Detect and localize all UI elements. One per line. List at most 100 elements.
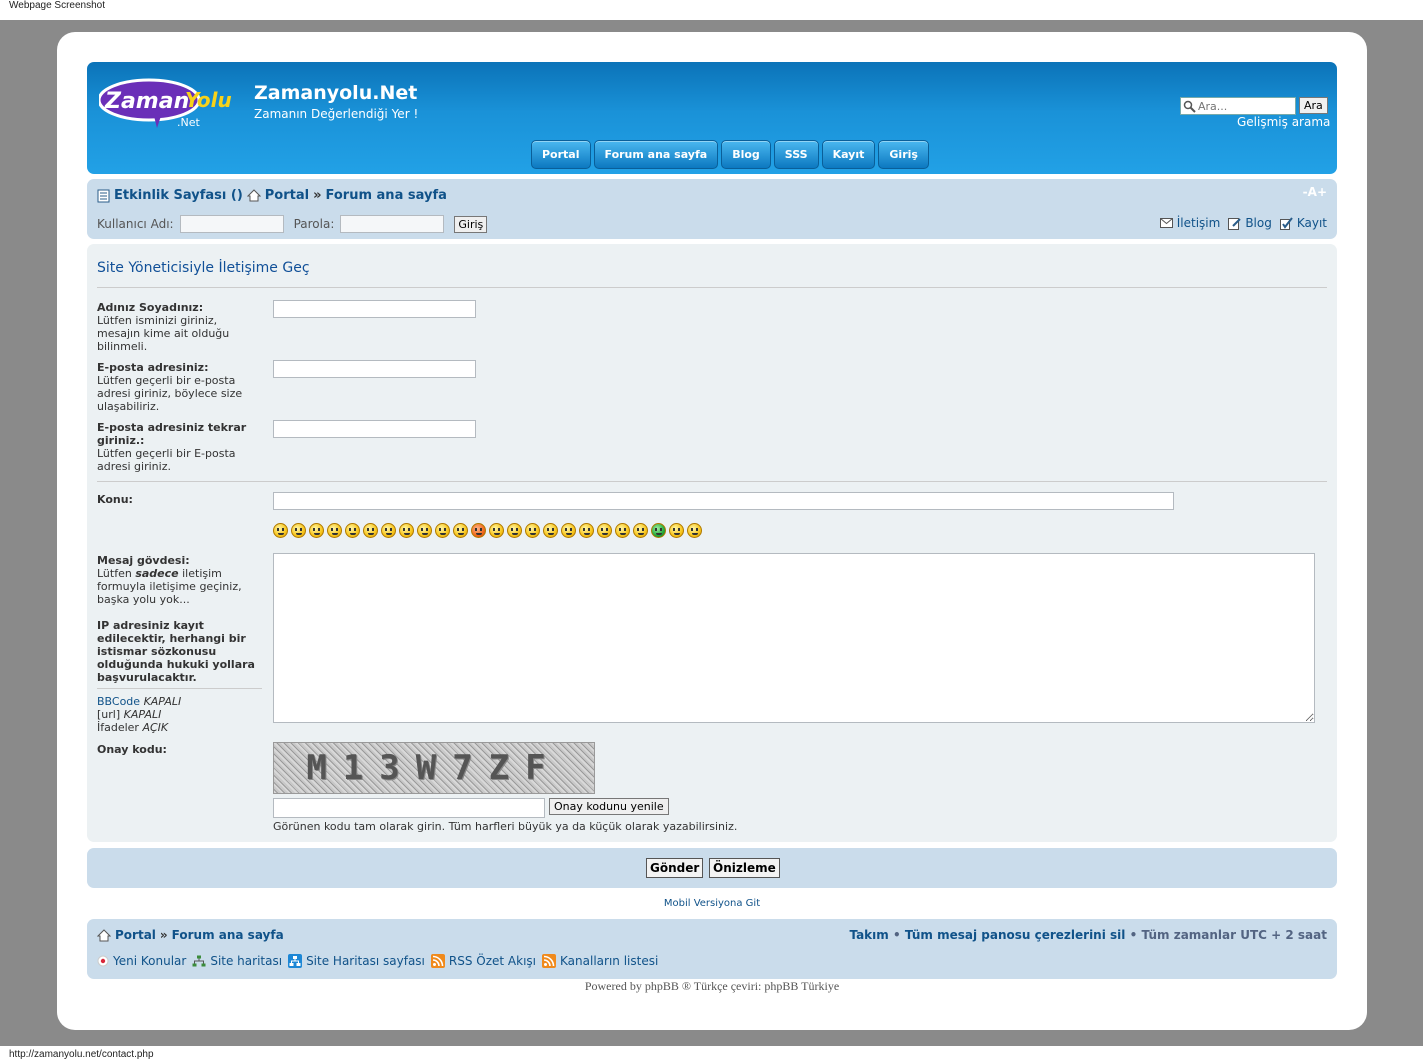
breadcrumb-portal[interactable]: Portal [265,188,309,203]
body-help-emphasis: sadece [135,567,179,580]
search-button[interactable]: Ara [1299,97,1328,114]
smiley-icon[interactable] [327,523,342,538]
rss-icon [430,954,445,968]
footer-bullet: • [892,928,901,942]
name-input[interactable] [273,300,476,318]
preview-button[interactable]: Önizleme [709,858,780,878]
smiley-icon[interactable] [597,523,612,538]
nav-blog[interactable]: Blog [721,140,771,169]
login-button[interactable]: Giriş [454,215,488,233]
breadcrumb-bar: Etkinlik Sayfası () Portal » Forum ana s… [87,179,1337,239]
smiley-icon[interactable] [273,523,288,538]
breadcrumb: Etkinlik Sayfası () Portal » Forum ana s… [97,188,447,203]
footer-breadcrumb: Portal » Forum ana sayfa [97,928,284,942]
mobile-version-link[interactable]: Mobil Versiyona Git [57,898,1367,909]
smiley-icon[interactable] [615,523,630,538]
search-input[interactable] [1198,99,1290,113]
nav-register[interactable]: Kayıt [821,140,876,169]
search-box [1180,97,1296,115]
sitemap-page-link[interactable]: Site Haritası sayfası [306,954,425,968]
page-wrapper: Zaman Yolu .Net Zamanyolu.Net Zamanın De… [57,32,1367,1030]
title-divider [97,287,1327,288]
search-icon [1183,100,1196,113]
blog-link[interactable]: Blog [1245,216,1272,230]
email-field-label: E-posta adresiniz: Lütfen geçerli bir e-… [97,361,257,413]
footer-bullet: • [1129,928,1138,942]
smiley-icon[interactable] [417,523,432,538]
sitemap-page-icon [288,954,303,968]
fields-divider [97,481,1327,482]
send-button[interactable]: Gönder [646,858,704,878]
register-link[interactable]: Kayıt [1297,216,1327,230]
phpbb-turkey-link[interactable]: phpBB Türkiye [764,979,839,993]
bbcode-state: KAPALI [143,695,182,708]
email-input[interactable] [273,360,476,378]
channels-list-link[interactable]: Kanalların listesi [560,954,658,968]
smiley-icon[interactable] [651,523,666,538]
powered-by: Powered by phpBB ® Türkçe çeviri: phpBB … [57,979,1367,994]
message-body-textarea[interactable] [273,553,1315,723]
smiley-icon[interactable] [399,523,414,538]
home-icon [246,189,261,202]
password-input[interactable] [340,215,445,233]
sitemap-icon [192,955,206,966]
site-title[interactable]: Zamanyolu.Net [254,82,417,104]
nav-portal[interactable]: Portal [531,140,591,169]
submit-bar: Gönder Önizleme [87,848,1337,888]
email-confirm-input[interactable] [273,420,476,438]
contact-form-panel: Site Yöneticisiyle İletişime Geç Adınız … [87,244,1337,842]
rss-feed-link[interactable]: RSS Özet Akışı [449,954,536,968]
smiley-icon[interactable] [471,523,486,538]
smiley-icon[interactable] [633,523,648,538]
captcha-image: M13W7ZF [273,742,595,794]
smiley-icon[interactable] [525,523,540,538]
footer-links: Yeni Konular Site haritası Site Haritası… [97,954,658,968]
smiley-icon[interactable] [291,523,306,538]
nav-forum-home[interactable]: Forum ana sayfa [593,140,719,169]
footer-breadcrumb-portal[interactable]: Portal [115,928,156,942]
smiley-icon[interactable] [381,523,396,538]
page-icon [97,189,110,202]
sitemap-link[interactable]: Site haritası [210,954,282,968]
smiley-icon[interactable] [453,523,468,538]
channels-rss-icon [542,954,557,968]
captcha-label: Onay kodu: [97,743,167,756]
body-field-label: Mesaj gövdesi: Lütfen sadece iletişim fo… [97,554,262,734]
smiley-icon[interactable] [579,523,594,538]
footer-breadcrumb-forum-home[interactable]: Forum ana sayfa [172,928,284,942]
smiley-icon[interactable] [435,523,450,538]
smiley-icon[interactable] [669,523,684,538]
smiley-icon[interactable] [345,523,360,538]
smiley-icon[interactable] [507,523,522,538]
contact-link[interactable]: İletişim [1177,216,1221,230]
url-state: KAPALI [123,708,162,721]
font-size-controls[interactable]: -A+ [1303,185,1327,199]
nav-faq[interactable]: SSS [773,140,819,169]
email2-field-label: E-posta adresiniz tekrar giriniz.: Lütfe… [97,421,257,473]
phpbb-link[interactable]: phpBB [645,979,679,993]
smiley-icon[interactable] [561,523,576,538]
subject-input[interactable] [273,492,1174,510]
team-link[interactable]: Takım [849,928,888,942]
smilies-bar [273,523,702,538]
site-header: Zaman Yolu .Net Zamanyolu.Net Zamanın De… [87,62,1337,174]
username-input[interactable] [179,215,284,233]
delete-cookies-link[interactable]: Tüm mesaj panosu çerezlerini sil [905,928,1126,942]
site-logo[interactable]: Zaman Yolu .Net [99,76,239,132]
smiley-icon[interactable] [309,523,324,538]
breadcrumb-forum-home[interactable]: Forum ana sayfa [326,188,447,203]
top-links: İletişim Blog Kayıt [1159,216,1327,230]
smiley-icon[interactable] [363,523,378,538]
nav-login[interactable]: Giriş [878,140,929,169]
captcha-refresh-button[interactable]: Onay kodunu yenile [549,798,669,815]
name-help: Lütfen isminizi giriniz, mesajın kime ai… [97,314,230,353]
captcha-input[interactable] [273,798,545,818]
breadcrumb-events[interactable]: Etkinlik Sayfası () [114,188,243,203]
smiley-icon[interactable] [543,523,558,538]
new-topics-link[interactable]: Yeni Konular [113,954,186,968]
advanced-search-link[interactable]: Gelişmiş arama [1237,115,1330,129]
bbcode-link[interactable]: BBCode [97,695,140,708]
smiley-icon[interactable] [489,523,504,538]
username-label: Kullanıcı Adı: [97,217,174,231]
smiley-icon[interactable] [687,523,702,538]
